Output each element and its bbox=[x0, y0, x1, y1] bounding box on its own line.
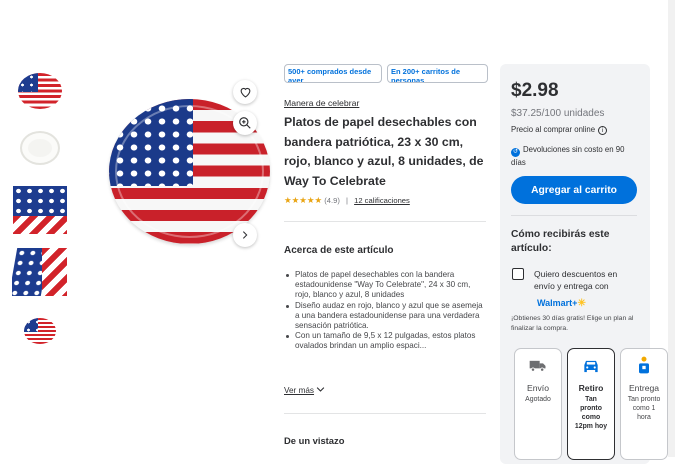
add-to-cart-button[interactable]: Agregar al carrito bbox=[511, 176, 637, 204]
about-heading: Acerca de este artículo bbox=[284, 245, 394, 256]
trial-note: ¡Obtienes 30 días gratis! Elige un plan … bbox=[511, 315, 634, 332]
white-plate-image bbox=[20, 131, 60, 165]
pickup-label: Retiro bbox=[578, 383, 604, 393]
rating-row: ★★★★★ (4.9) | 12 calificaciones bbox=[284, 195, 410, 206]
divider bbox=[284, 221, 486, 222]
list-item: Diseño audaz en rojo, blanco y azul que … bbox=[284, 301, 484, 332]
next-image-button[interactable] bbox=[233, 223, 257, 247]
shipping-option[interactable]: Envío Agotado bbox=[514, 348, 562, 460]
see-more-link[interactable]: Ver más bbox=[284, 386, 325, 395]
favorite-button[interactable] bbox=[233, 80, 257, 104]
info-icon[interactable]: i bbox=[598, 126, 608, 135]
walmart-plus-logo: Walmart+✳ bbox=[537, 298, 586, 309]
pickup-option[interactable]: Retiro Tan pronto como 12pm hoy bbox=[567, 348, 615, 460]
page-scrollbar[interactable] bbox=[668, 0, 675, 457]
thumbnail-1[interactable] bbox=[12, 66, 68, 116]
shipping-status: Agotado bbox=[525, 396, 551, 403]
thumbnail-3[interactable] bbox=[12, 184, 68, 234]
spark-icon: ✳ bbox=[577, 298, 586, 309]
delivery-person-icon bbox=[639, 356, 649, 374]
product-title: Platos de papel desechables con bandera … bbox=[284, 115, 484, 188]
chevron-down-icon bbox=[317, 387, 325, 392]
stripes-closeup-image bbox=[13, 216, 67, 234]
returns-icon: ↺ bbox=[511, 148, 520, 157]
stars-closeup-image bbox=[13, 186, 67, 216]
reviews-link[interactable]: 12 calificaciones bbox=[354, 196, 410, 205]
heart-icon bbox=[240, 87, 250, 98]
pickup-time: Tan pronto como 12pm hoy bbox=[574, 396, 608, 430]
glance-heading: De un vistazo bbox=[284, 435, 345, 446]
truck-icon bbox=[529, 360, 546, 372]
about-bullets: Platos de papel desechables con la bande… bbox=[284, 270, 484, 352]
list-item: Con un tamaño de 9,5 x 12 pulgadas, esto… bbox=[284, 331, 484, 351]
stripes-angle-image bbox=[42, 248, 67, 296]
rating-stars: ★★★★★ bbox=[284, 195, 323, 205]
walmart-plus-offer: Quiero descuentos en envío y entrega con bbox=[534, 269, 618, 291]
stacked-plates-image bbox=[24, 318, 56, 344]
fulfillment-heading: Cómo recibirás este artículo: bbox=[511, 229, 610, 254]
shipping-label: Envío bbox=[527, 383, 549, 393]
price: $2.98 bbox=[511, 80, 559, 101]
chevron-right-icon bbox=[242, 231, 248, 239]
brand-link[interactable]: Manera de celebrar bbox=[284, 98, 359, 108]
free-returns: ↺ Devoluciones sin costo en 90 días bbox=[511, 144, 636, 168]
thumbnail-5[interactable] bbox=[12, 308, 68, 358]
delivery-option[interactable]: Entrega Tan pronto como 1 hora bbox=[620, 348, 668, 460]
unit-price: $37.25/100 unidades bbox=[511, 108, 605, 119]
carts-badge: En 200+ carritos de personas bbox=[387, 64, 488, 83]
see-more-label: Ver más bbox=[284, 386, 315, 395]
online-price-label: Precio al comprar online bbox=[511, 125, 596, 134]
rating-value: (4.9) bbox=[324, 196, 340, 205]
delivery-label: Entrega bbox=[628, 383, 660, 393]
zoom-button[interactable] bbox=[233, 111, 257, 135]
walmart-plus-checkbox[interactable] bbox=[512, 268, 524, 280]
purchased-badge: 500+ comprados desde ayer bbox=[284, 64, 382, 83]
divider bbox=[284, 413, 486, 414]
thumbnail-2[interactable] bbox=[12, 124, 68, 174]
zoom-in-icon bbox=[239, 117, 251, 129]
pickup-car-icon bbox=[584, 360, 598, 373]
delivery-time: Tan pronto como 1 hora bbox=[627, 396, 661, 421]
online-price-note: Precio al comprar online i bbox=[511, 125, 608, 135]
rating-separator: | bbox=[345, 196, 348, 205]
walmart-plus-logo-text: Walmart+ bbox=[537, 298, 578, 308]
divider bbox=[511, 215, 637, 216]
returns-label: Devoluciones sin costo en 90 días bbox=[511, 145, 625, 167]
list-item: Platos de papel desechables con la bande… bbox=[284, 270, 484, 301]
flag-plate-image bbox=[18, 73, 62, 109]
thumbnail-4[interactable] bbox=[12, 246, 68, 296]
